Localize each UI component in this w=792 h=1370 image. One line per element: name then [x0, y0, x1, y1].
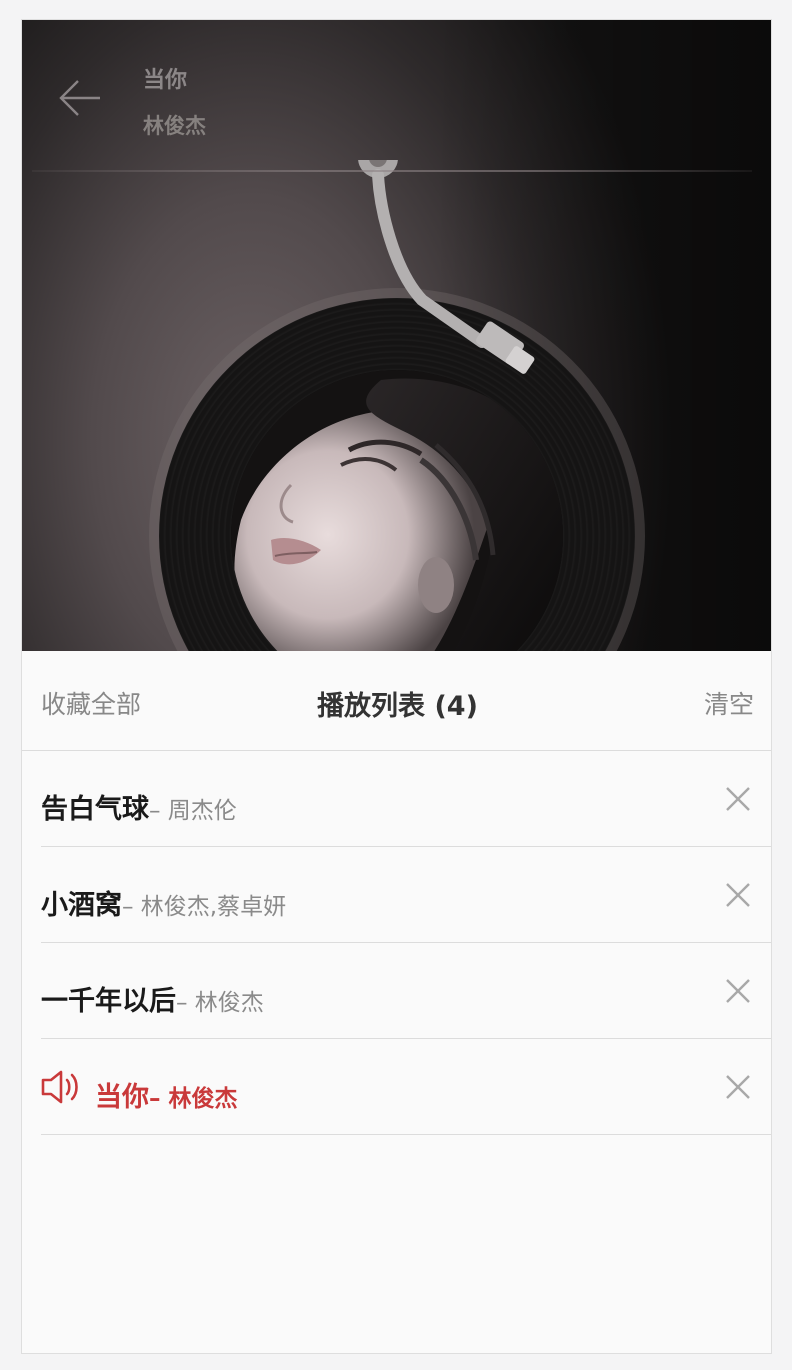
song-title: 小酒窝 — [41, 890, 122, 921]
playlist-row[interactable]: 小酒窝– 林俊杰,蔡卓妍 — [41, 847, 771, 943]
song-entry: 告白气球– 周杰伦 — [41, 787, 237, 826]
header-divider — [32, 170, 752, 172]
playlist-title: 播放列表 (4) — [317, 691, 478, 722]
close-icon — [726, 1075, 750, 1099]
tonearm-icon — [322, 138, 582, 420]
playlist: 告白气球– 周杰伦 小酒窝– 林俊杰,蔡卓妍 一千年以后– 林俊杰 当你– 林俊… — [22, 751, 771, 1135]
song-title: 告白气球 — [41, 794, 149, 825]
close-icon — [726, 787, 750, 811]
back-button[interactable] — [58, 78, 104, 118]
clear-playlist-button[interactable]: 清空 — [704, 685, 754, 721]
player-panel: 当你 林俊杰 — [22, 20, 771, 651]
now-playing-artist: 林俊杰 — [143, 114, 206, 138]
music-app: 当你 林俊杰 收藏全部 播放列表 (4) 清空 告白气球– 周杰伦 小酒窝– 林… — [21, 19, 772, 1354]
song-artist: – 林俊杰 — [176, 990, 264, 1016]
close-icon — [726, 883, 750, 907]
playlist-row[interactable]: 一千年以后– 林俊杰 — [41, 943, 771, 1039]
song-artist: – 林俊杰 — [149, 1086, 238, 1112]
song-artist: – 周杰伦 — [149, 798, 237, 824]
playlist-header: 收藏全部 播放列表 (4) 清空 — [22, 651, 771, 751]
remove-song-button[interactable] — [725, 786, 751, 812]
playlist-row-playing[interactable]: 当你– 林俊杰 — [41, 1039, 771, 1135]
song-entry: 当你– 林俊杰 — [95, 1075, 238, 1114]
song-entry: 小酒窝– 林俊杰,蔡卓妍 — [41, 883, 286, 922]
now-playing-title: 当你 — [143, 68, 188, 93]
close-icon — [726, 979, 750, 1003]
arrow-left-icon — [59, 80, 100, 116]
song-title: 当你 — [95, 1082, 149, 1113]
song-title: 一千年以后 — [41, 986, 176, 1017]
remove-song-button[interactable] — [725, 978, 751, 1004]
remove-song-button[interactable] — [725, 1074, 751, 1100]
playlist-row[interactable]: 告白气球– 周杰伦 — [41, 751, 771, 847]
song-entry: 一千年以后– 林俊杰 — [41, 979, 264, 1018]
remove-song-button[interactable] — [725, 882, 751, 908]
song-artist: – 林俊杰,蔡卓妍 — [122, 894, 287, 920]
speaker-icon — [41, 1069, 83, 1105]
